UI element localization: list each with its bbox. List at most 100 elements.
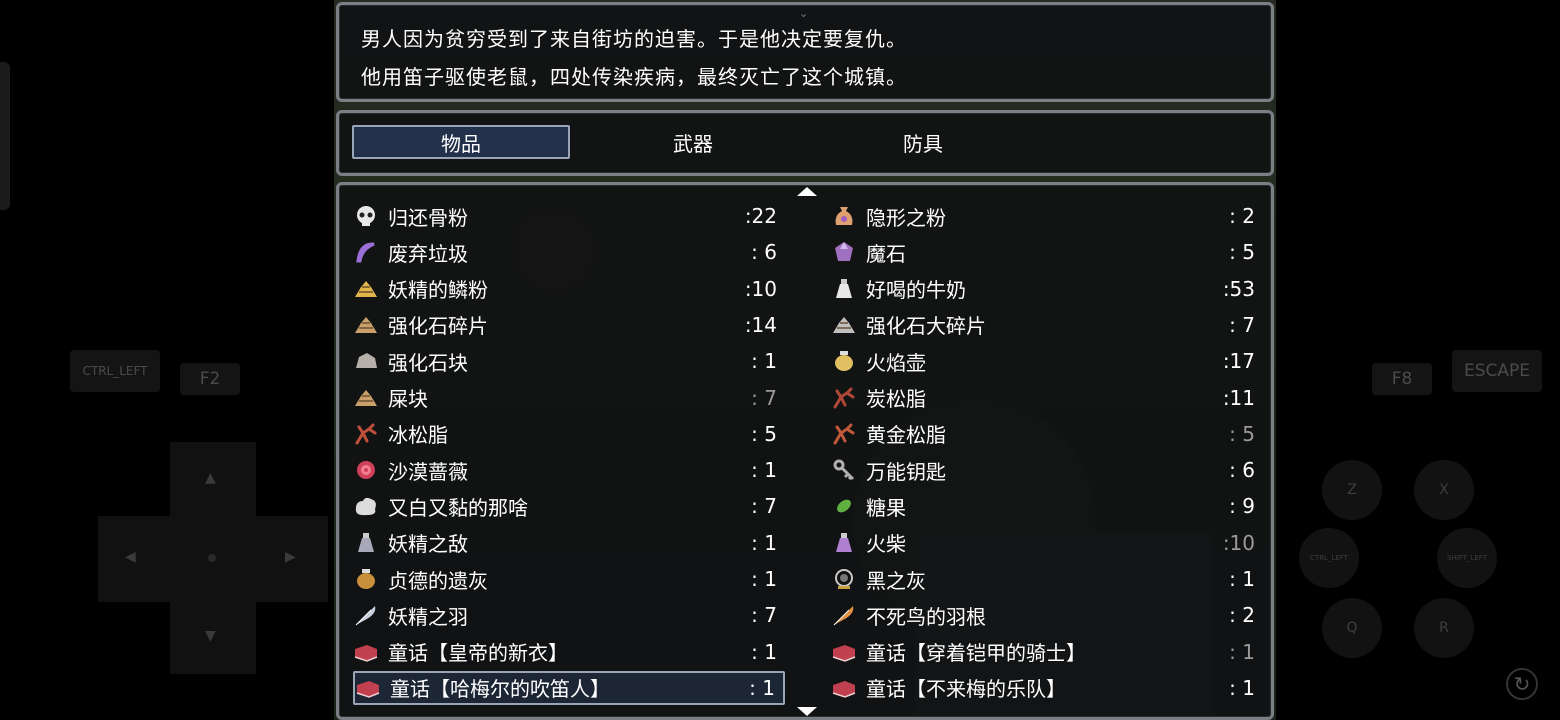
item-row[interactable]: 万能钥匙 : 6	[831, 453, 1263, 487]
item-row[interactable]: 又白又黏的那啥: 7	[353, 489, 785, 523]
fire-pot-icon	[831, 350, 857, 372]
item-count: : 1	[749, 675, 775, 700]
shift-left-button[interactable]: SHIFT_LEFT	[1437, 528, 1497, 588]
escape-key[interactable]: ESCAPE	[1452, 350, 1542, 392]
item-count: : 7	[751, 603, 777, 628]
x-button[interactable]: X	[1414, 460, 1474, 520]
item-name: 糖果	[866, 495, 906, 520]
item-row[interactable]: 归还骨粉:22	[353, 199, 785, 233]
item-count: :17	[1222, 349, 1255, 374]
coral-icon	[831, 387, 857, 409]
tab-weapons[interactable]: 武器	[584, 125, 802, 159]
book-icon	[831, 677, 857, 699]
item-row[interactable]: 沙漠蔷薇: 1	[353, 453, 785, 487]
book-icon	[353, 641, 379, 663]
dpad-left-icon[interactable]: ◀	[125, 549, 136, 565]
refresh-icon[interactable]: ↻	[1506, 668, 1538, 700]
help-window: ⌄ 男人因为贫穷受到了来自街坊的迫害。于是他决定要复仇。 他用笛子驱使老鼠，四处…	[336, 2, 1274, 102]
item-row[interactable]: 废弃垃圾: 6	[353, 235, 785, 269]
item-count: : 6	[1229, 458, 1255, 483]
f8-key[interactable]: F8	[1372, 363, 1432, 395]
dung-icon	[353, 387, 379, 409]
item-count: : 1	[1229, 675, 1255, 700]
r-button[interactable]: R	[1414, 598, 1474, 658]
item-name: 童话【哈梅尔的吹笛人】	[390, 677, 610, 702]
item-row[interactable]: 火柴 :10	[831, 526, 1263, 560]
vial-icon	[353, 532, 379, 554]
item-count: : 1	[751, 639, 777, 664]
coral-icon	[353, 423, 379, 445]
item-row[interactable]: 童话【哈梅尔的吹笛人】 : 1	[353, 670, 785, 705]
scroll-up-icon[interactable]	[797, 187, 817, 196]
item-count: : 5	[751, 421, 777, 446]
item-row[interactable]: 妖精之敌: 1	[353, 526, 785, 560]
item-name: 炭松脂	[866, 387, 926, 411]
dpad[interactable]: ▲ ▼ ◀ ▶	[98, 442, 328, 674]
rose-icon	[353, 459, 379, 481]
book-icon	[831, 641, 857, 663]
item-count: : 7	[751, 494, 777, 519]
item-name: 妖精之羽	[388, 604, 468, 629]
potion-icon	[831, 532, 857, 554]
candy-icon	[831, 495, 857, 517]
item-name: 强化石碎片	[388, 314, 488, 339]
dpad-center-dot	[208, 554, 216, 562]
item-row[interactable]: 黄金松脂: 5	[831, 417, 1263, 451]
item-row[interactable]: 强化石大碎片: 7	[831, 308, 1263, 342]
item-row[interactable]: 魔石: 5	[831, 235, 1263, 269]
item-row[interactable]: 强化石碎片:14	[353, 308, 785, 342]
item-row[interactable]: 童话【皇帝的新衣】: 1	[353, 635, 785, 669]
category-window: 物品 武器 防具	[336, 110, 1274, 176]
item-row[interactable]: 炭松脂 :11	[831, 381, 1263, 415]
coral-icon	[831, 423, 857, 445]
ctrl-left-button[interactable]: CTRL_LEFT	[1299, 528, 1359, 588]
orb-icon	[831, 568, 857, 590]
item-row[interactable]: 隐形之粉: 2	[831, 199, 1263, 233]
q-button[interactable]: Q	[1322, 598, 1382, 658]
blob-icon	[353, 495, 379, 517]
urn-icon	[353, 568, 379, 590]
item-name: 火柴	[866, 532, 906, 557]
item-row[interactable]: 不死鸟的羽根: 2	[831, 598, 1263, 632]
item-count: :53	[1222, 276, 1255, 301]
item-row[interactable]: 好喝的牛奶 :53	[831, 272, 1263, 306]
scroll-down-icon[interactable]	[797, 707, 817, 716]
item-name: 强化石块	[388, 350, 468, 375]
item-row[interactable]: 童话【穿着铠甲的骑士】: 1	[831, 635, 1263, 669]
feather-icon	[353, 604, 379, 626]
ribbon-icon	[353, 241, 379, 263]
ctrl-left-key[interactable]: CTRL_LEFT	[70, 350, 160, 392]
dpad-up-icon[interactable]: ▲	[205, 470, 216, 486]
item-count: :11	[1222, 385, 1255, 410]
item-count: :10	[744, 276, 777, 301]
item-name: 万能钥匙	[866, 459, 946, 484]
item-list-window: 归还骨粉:22 废弃垃圾: 6 妖精的鳞粉 :10 强化石碎片:14 强化石块 : 1 屎块:…	[336, 182, 1274, 720]
item-row[interactable]: 糖果: 9	[831, 489, 1263, 523]
item-count: : 1	[751, 349, 777, 374]
item-row[interactable]: 屎块: 7	[353, 381, 785, 415]
item-name: 童话【穿着铠甲的骑士】	[866, 641, 1086, 666]
item-row[interactable]: 强化石块 : 1	[353, 344, 785, 378]
dpad-down-icon[interactable]: ▼	[205, 628, 216, 644]
f2-key[interactable]: F2	[180, 363, 240, 395]
item-row[interactable]: 贞德的遗灰: 1	[353, 562, 785, 596]
tab-items[interactable]: 物品	[352, 125, 570, 159]
item-name: 好喝的牛奶	[866, 278, 966, 303]
tab-armor[interactable]: 防具	[814, 125, 1032, 159]
item-name: 黑之灰	[866, 568, 926, 593]
item-name: 魔石	[866, 241, 906, 266]
dpad-right-icon[interactable]: ▶	[285, 549, 296, 565]
item-count: : 2	[1229, 603, 1255, 628]
side-edge-handle	[0, 62, 10, 210]
item-row[interactable]: 妖精的鳞粉 :10	[353, 272, 785, 306]
item-row[interactable]: 冰松脂: 5	[353, 417, 785, 451]
item-row[interactable]: 黑之灰: 1	[831, 562, 1263, 596]
item-count: :10	[1222, 530, 1255, 555]
item-row[interactable]: 童话【不来梅的乐队】: 1	[831, 671, 1263, 705]
item-row[interactable]: 火焰壶:17	[831, 344, 1263, 378]
z-button[interactable]: Z	[1322, 460, 1382, 520]
item-name: 妖精的鳞粉	[388, 278, 488, 303]
item-row[interactable]: 妖精之羽 : 7	[353, 598, 785, 632]
item-count: : 1	[751, 458, 777, 483]
skull-icon	[353, 205, 379, 227]
